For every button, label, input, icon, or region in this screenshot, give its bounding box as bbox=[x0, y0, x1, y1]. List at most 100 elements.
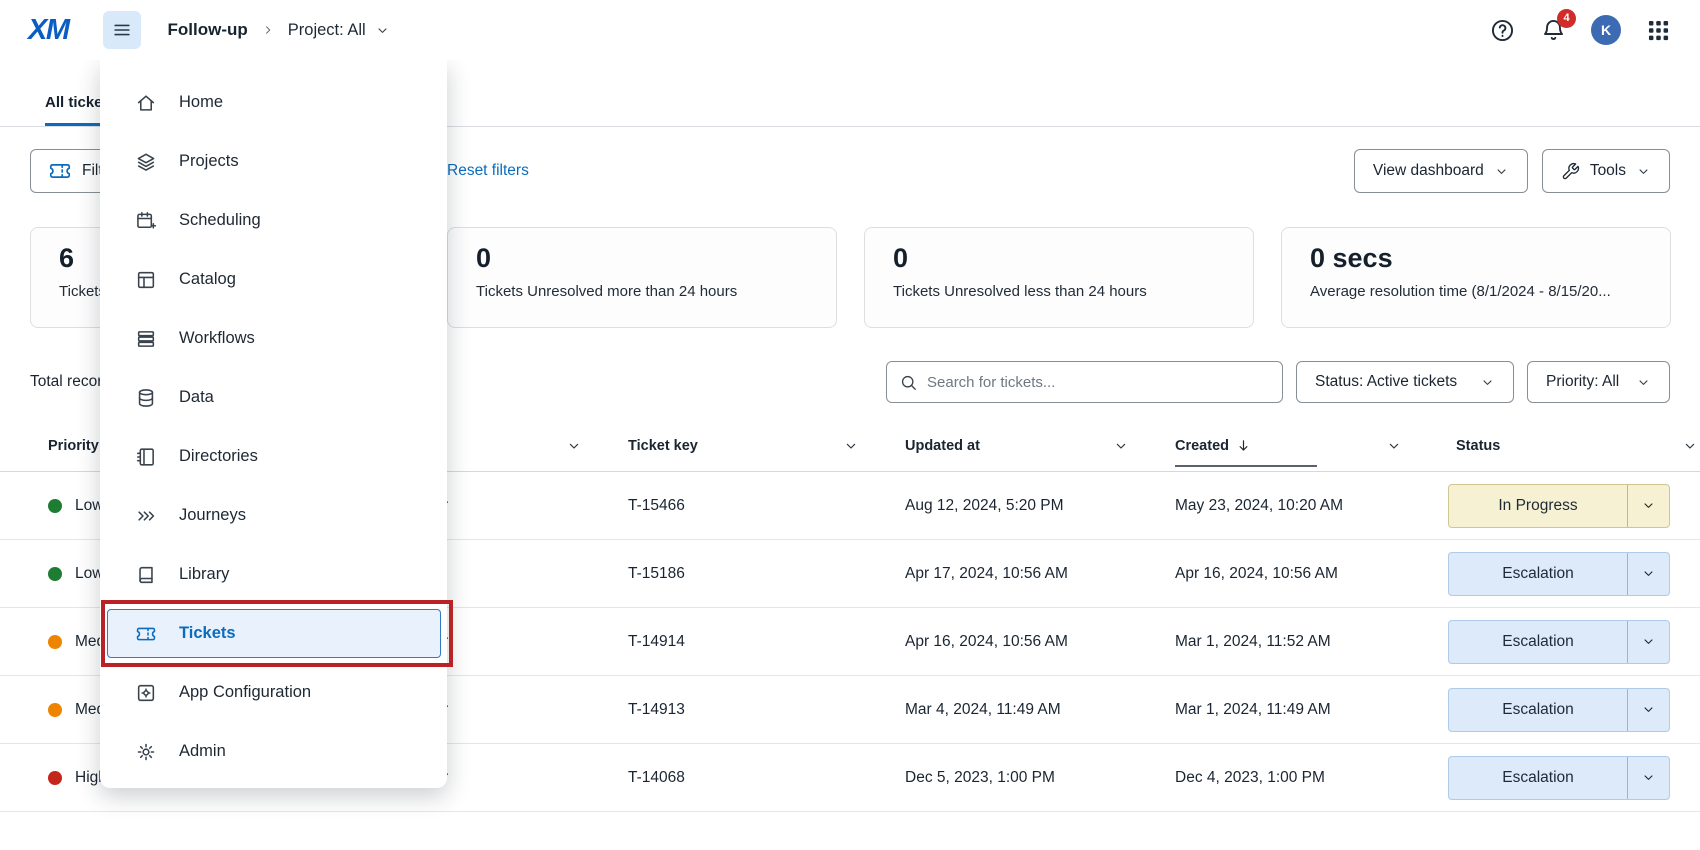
menu-item-label: Scheduling bbox=[179, 211, 261, 230]
hamburger-menu-button[interactable] bbox=[103, 11, 141, 49]
created-at: May 23, 2024, 10:20 AM bbox=[1175, 497, 1448, 515]
app-configuration-icon bbox=[135, 682, 157, 704]
column-label: Status bbox=[1456, 438, 1500, 454]
menu-item-label: Home bbox=[179, 93, 223, 112]
data-icon bbox=[135, 387, 157, 409]
stat-card-unresolved-more-24h: 0 Tickets Unresolved more than 24 hours bbox=[447, 227, 837, 328]
ticket-key: T-15466 bbox=[628, 497, 905, 515]
chevron-down-icon bbox=[1641, 566, 1656, 581]
menu-item-projects[interactable]: Projects bbox=[100, 132, 447, 191]
breadcrumb-project-label: Project: All bbox=[288, 21, 366, 40]
column-header-ticket-key: Ticket key bbox=[628, 438, 905, 454]
status-dropdown[interactable]: Escalation bbox=[1448, 552, 1670, 596]
menu-item-label: Directories bbox=[179, 447, 258, 466]
menu-item-home[interactable]: Home bbox=[100, 73, 447, 132]
status-filter-dropdown[interactable]: Status: Active tickets bbox=[1296, 361, 1514, 403]
status-chevron[interactable] bbox=[1627, 689, 1669, 731]
chevron-down-icon bbox=[1641, 634, 1656, 649]
hamburger-icon bbox=[111, 19, 133, 41]
stat-card-unresolved-less-24h: 0 Tickets Unresolved less than 24 hours bbox=[864, 227, 1254, 328]
priority-dot bbox=[48, 635, 62, 649]
search-input[interactable] bbox=[927, 374, 1270, 391]
menu-item-tickets[interactable]: Tickets bbox=[100, 604, 447, 663]
chevron-down-icon bbox=[375, 23, 390, 38]
notifications-button[interactable]: 4 bbox=[1540, 17, 1567, 44]
status-chevron[interactable] bbox=[1627, 485, 1669, 527]
priority-dot bbox=[48, 771, 62, 785]
menu-item-directories[interactable]: Directories bbox=[100, 427, 447, 486]
chevron-down-icon bbox=[1641, 702, 1656, 717]
ticket-key: T-14913 bbox=[628, 701, 905, 719]
menu-item-label: App Configuration bbox=[179, 683, 311, 702]
directories-icon bbox=[135, 446, 157, 468]
menu-item-label: Tickets bbox=[179, 624, 236, 643]
admin-icon bbox=[135, 741, 157, 763]
avatar[interactable]: K bbox=[1591, 15, 1621, 45]
created-at: Mar 1, 2024, 11:52 AM bbox=[1175, 633, 1448, 651]
chevron-down-icon bbox=[1641, 770, 1656, 785]
menu-item-scheduling[interactable]: Scheduling bbox=[100, 191, 447, 250]
stat-value: 0 bbox=[476, 243, 812, 274]
view-dashboard-button[interactable]: View dashboard bbox=[1354, 149, 1528, 193]
status-dropdown[interactable]: In Progress bbox=[1448, 484, 1670, 528]
projects-icon bbox=[135, 151, 157, 173]
column-label: Ticket key bbox=[628, 438, 698, 454]
chevron-down-icon bbox=[1641, 498, 1656, 513]
stat-value: 0 secs bbox=[1310, 243, 1646, 274]
tickets-icon bbox=[135, 623, 157, 645]
status-value: Escalation bbox=[1449, 757, 1627, 799]
status-dropdown[interactable]: Escalation bbox=[1448, 688, 1670, 732]
chevron-down-icon bbox=[1636, 375, 1651, 390]
menu-item-label: Data bbox=[179, 388, 214, 407]
status-dropdown[interactable]: Escalation bbox=[1448, 756, 1670, 800]
chevron-down-icon[interactable] bbox=[843, 438, 859, 454]
menu-item-catalog[interactable]: Catalog bbox=[100, 250, 447, 309]
status-chevron[interactable] bbox=[1627, 757, 1669, 799]
menu-item-journeys[interactable]: Journeys bbox=[100, 486, 447, 545]
chevron-down-icon bbox=[1636, 164, 1651, 179]
breadcrumb: Follow-up Project: All bbox=[168, 20, 390, 40]
chevron-down-icon[interactable] bbox=[1682, 438, 1698, 454]
library-icon bbox=[135, 564, 157, 586]
tools-label: Tools bbox=[1590, 162, 1626, 180]
status-chevron[interactable] bbox=[1627, 553, 1669, 595]
stat-label: Tickets Unresolved less than 24 hours bbox=[893, 283, 1229, 300]
chevron-down-icon[interactable] bbox=[566, 438, 582, 454]
column-header-updated-at: Updated at bbox=[905, 438, 1175, 454]
apps-menu-button[interactable] bbox=[1645, 17, 1672, 44]
journeys-icon bbox=[135, 505, 157, 527]
menu-item-label: Journeys bbox=[179, 506, 246, 525]
stat-label: Tickets Unresolved more than 24 hours bbox=[476, 283, 812, 300]
sorted-column-indicator[interactable]: Created bbox=[1175, 437, 1315, 454]
toolbar-right: View dashboard Tools bbox=[1354, 149, 1670, 193]
xm-logo[interactable]: XM bbox=[28, 14, 69, 47]
chevron-down-icon[interactable] bbox=[1386, 438, 1402, 454]
chevron-down-icon[interactable] bbox=[1113, 438, 1129, 454]
nav-flyout-menu: Home Projects Scheduling Catalog Workflo… bbox=[100, 60, 447, 788]
menu-item-app-configuration[interactable]: App Configuration bbox=[100, 663, 447, 722]
updated-at: Dec 5, 2023, 1:00 PM bbox=[905, 769, 1175, 787]
ticket-icon bbox=[48, 159, 72, 183]
menu-item-admin[interactable]: Admin bbox=[100, 722, 447, 781]
breadcrumb-project-dropdown[interactable]: Project: All bbox=[288, 21, 390, 40]
priority-filter-dropdown[interactable]: Priority: All bbox=[1527, 361, 1670, 403]
menu-item-library[interactable]: Library bbox=[100, 545, 447, 604]
menu-item-workflows[interactable]: Workflows bbox=[100, 309, 447, 368]
ticket-key: T-14914 bbox=[628, 633, 905, 651]
column-label: Created bbox=[1175, 438, 1229, 454]
tools-button[interactable]: Tools bbox=[1542, 149, 1670, 193]
help-button[interactable] bbox=[1489, 17, 1516, 44]
updated-at: Mar 4, 2024, 11:49 AM bbox=[905, 701, 1175, 719]
status-value: Escalation bbox=[1449, 689, 1627, 731]
menu-item-label: Library bbox=[179, 565, 229, 584]
menu-item-label: Workflows bbox=[179, 329, 255, 348]
reset-filters-link[interactable]: Reset filters bbox=[447, 162, 529, 180]
ticket-search bbox=[886, 361, 1283, 403]
status-chevron[interactable] bbox=[1627, 621, 1669, 663]
menu-item-data[interactable]: Data bbox=[100, 368, 447, 427]
apps-grid-icon bbox=[1645, 17, 1672, 44]
status-dropdown[interactable]: Escalation bbox=[1448, 620, 1670, 664]
breadcrumb-section[interactable]: Follow-up bbox=[168, 20, 248, 40]
column-header-created: Created bbox=[1175, 437, 1448, 454]
status-value: Escalation bbox=[1449, 621, 1627, 663]
